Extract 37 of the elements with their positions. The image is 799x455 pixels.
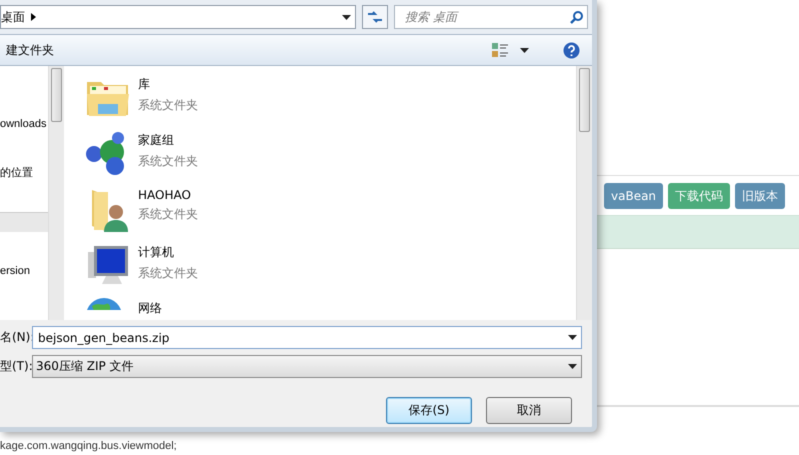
refresh-button[interactable] — [362, 5, 388, 29]
item-type: 系统文件夹 — [138, 265, 198, 282]
dialog-button[interactable]: 取消 — [486, 397, 572, 424]
search-icon[interactable] — [570, 10, 583, 24]
nav-group-header — [0, 212, 48, 232]
dropdown-caret-icon[interactable] — [520, 48, 529, 52]
scrollbar[interactable] — [48, 66, 64, 320]
folder-item[interactable]: 计算机 系统文件夹 — [84, 242, 576, 298]
nav-item[interactable]: 的位置 — [0, 165, 48, 212]
item-type: 系统文件夹 — [138, 206, 198, 223]
item-name: 库 — [138, 76, 151, 93]
dropdown-caret-icon[interactable] — [342, 14, 351, 20]
folder-item[interactable]: 家庭组 系统文件夹 — [84, 130, 576, 186]
item-name: 计算机 — [138, 244, 175, 261]
nav-item[interactable]: ersion — [0, 265, 48, 312]
address-text: 桌面 — [1, 8, 25, 26]
refresh-icon — [367, 11, 383, 23]
code-line: kage.com.wangqing.bus.viewmodel; — [0, 440, 178, 454]
search-field[interactable]: 搜索 桌面 — [403, 6, 570, 28]
item-name: 家庭组 — [138, 132, 175, 149]
folder-item[interactable]: HAOHAO 系统文件夹 — [84, 186, 576, 242]
view-icon[interactable] — [492, 42, 508, 58]
item-type: 系统文件夹 — [138, 97, 198, 114]
dialog-button[interactable]: 保存(S) — [386, 397, 472, 424]
folder-item[interactable]: 库 系统文件夹 — [84, 74, 576, 130]
scrollbar[interactable] — [576, 66, 592, 320]
help-icon[interactable] — [563, 42, 580, 58]
dropdown-caret-icon[interactable] — [568, 335, 577, 340]
item-type: 系统文件夹 — [138, 153, 198, 170]
dropdown-caret-icon[interactable] — [568, 364, 577, 369]
chevron-right-icon[interactable] — [31, 13, 36, 21]
item-name: 网络 — [138, 300, 162, 317]
item-name: HAOHAO — [138, 188, 192, 202]
filetype-select[interactable]: 360压缩 ZIP 文件 — [32, 355, 582, 378]
search-box[interactable]: 搜索 桌面 — [394, 5, 588, 29]
nav-item[interactable]: ownloads — [0, 118, 48, 165]
address-bar[interactable]: 桌面 — [0, 5, 356, 29]
